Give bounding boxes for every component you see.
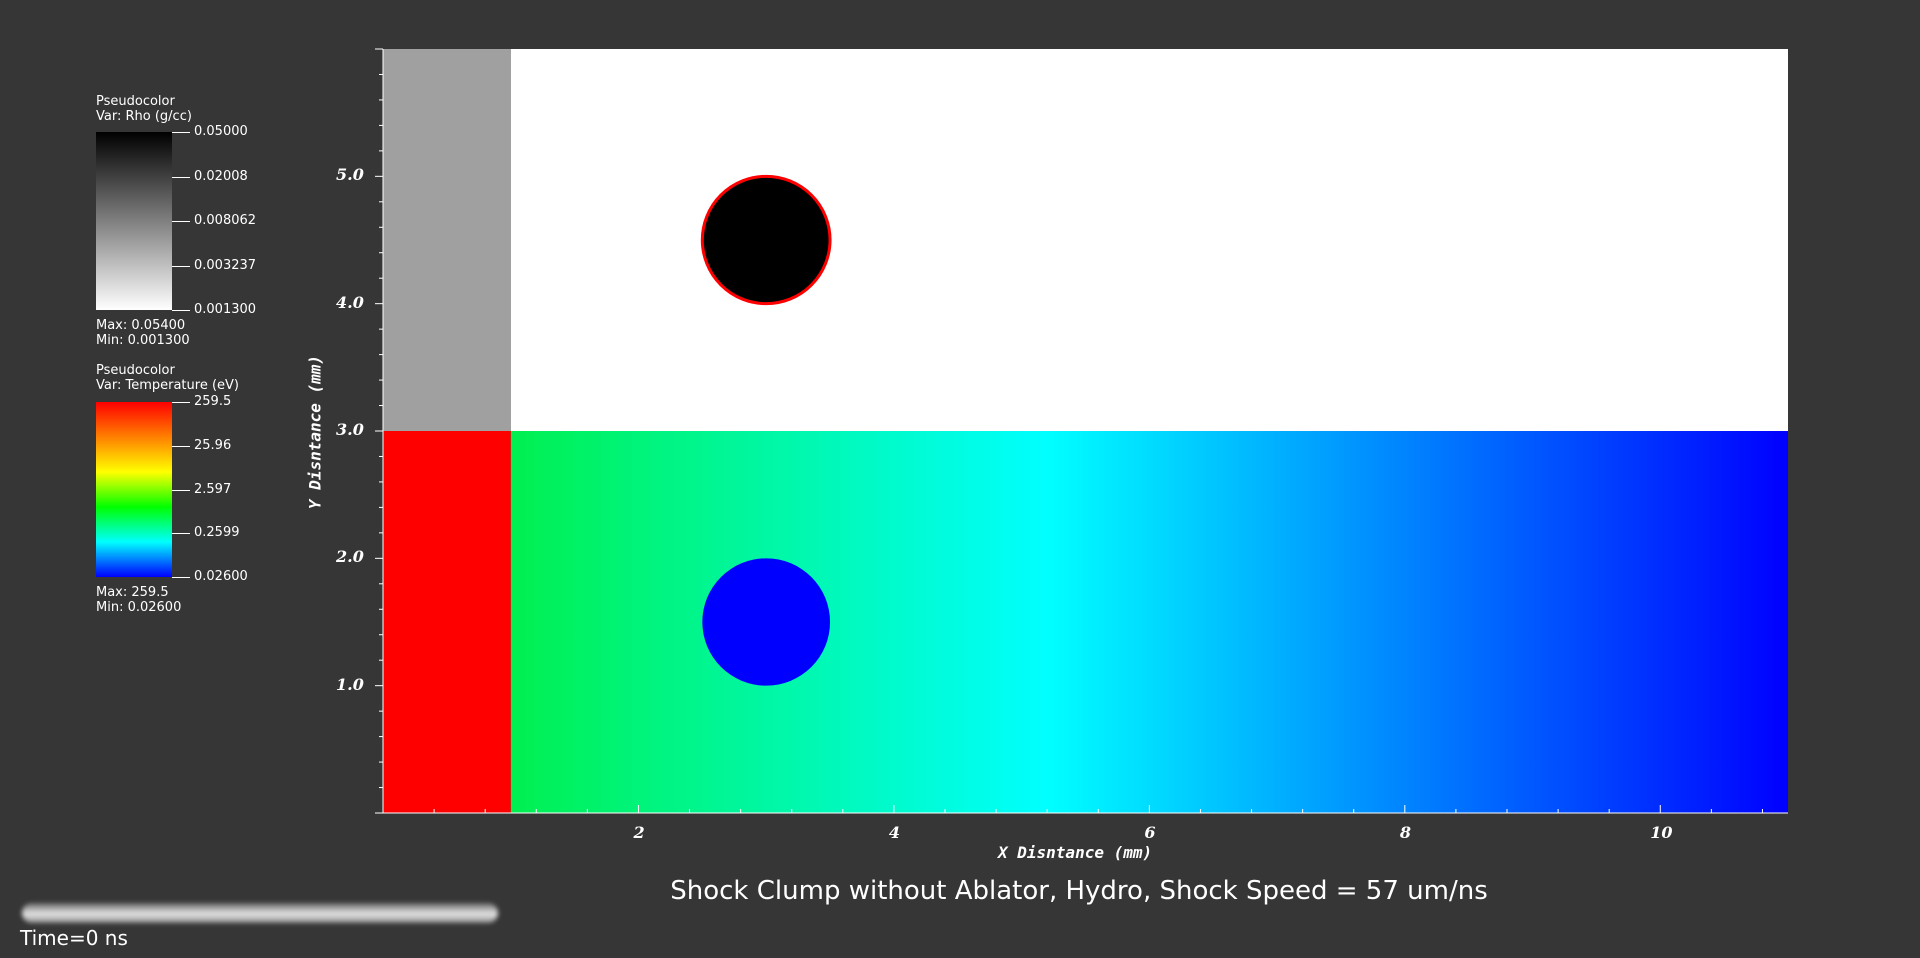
- y-tick-label: 5.0: [336, 165, 364, 185]
- temperature-clump: [702, 558, 831, 686]
- y-tick-label: 1.0: [336, 674, 364, 694]
- plot-title: Shock Clump without Ablator, Hydro, Shoc…: [670, 876, 1488, 906]
- y-tick-label: 2.0: [336, 547, 364, 567]
- temperature-gradient-region: [510, 431, 1788, 813]
- x-tick-label: 6: [1144, 823, 1156, 842]
- time-label: Time=0 ns: [20, 926, 128, 950]
- visit-render-window: Pseudocolor Var: Rho (g/cc) 0.05000 0.020…: [0, 0, 1920, 958]
- density-ablator-region: [383, 49, 511, 431]
- temperature-ablator-region: [383, 431, 511, 813]
- x-tick-label: 8: [1399, 823, 1411, 842]
- time-slider[interactable]: [22, 903, 498, 923]
- y-tick-label: 3.0: [336, 420, 364, 439]
- density-clump: [700, 174, 832, 306]
- plot-area: [375, 48, 1788, 814]
- x-tick-label: 4: [888, 823, 901, 842]
- y-axis-title: Y Disntance (mm): [305, 354, 325, 510]
- x-tick-label: 2: [633, 823, 645, 842]
- x-tick-label: 10: [1650, 823, 1673, 842]
- x-axis-title: X Disntance (mm): [998, 843, 1153, 862]
- y-tick-label: 4.0: [336, 292, 364, 312]
